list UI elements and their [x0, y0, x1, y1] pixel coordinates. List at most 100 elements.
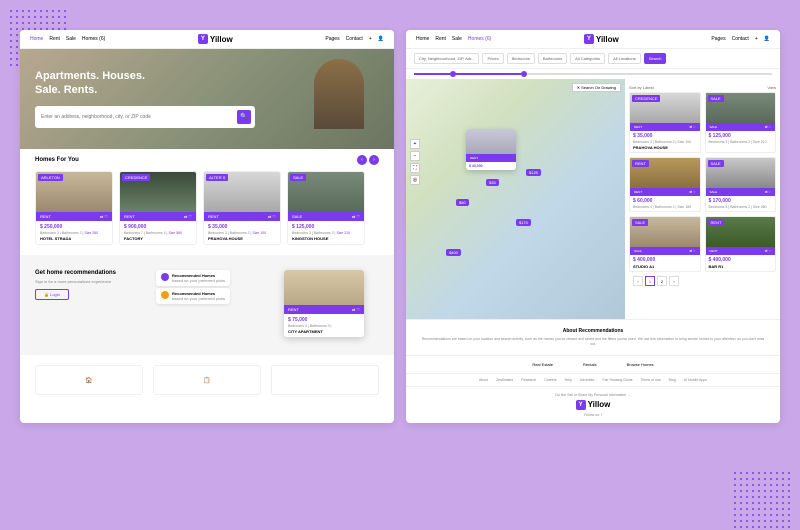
map-marker[interactable]: $170: [516, 219, 531, 226]
footer-link[interactable]: Terms of use: [641, 378, 661, 382]
facebook-icon[interactable]: f: [601, 413, 602, 417]
property-card[interactable]: CREDENCERENT⇄ ♡$ 900,000Bedrooms 7 | Bat…: [119, 171, 197, 245]
top-nav: Home Rent Sale Homes (6) YYillow Pages C…: [20, 30, 394, 49]
footer-link[interactable]: About: [479, 378, 488, 382]
nav-rent[interactable]: Rent: [49, 36, 60, 42]
footer-link[interactable]: Browse Homes: [627, 362, 654, 367]
price-slider[interactable]: [414, 73, 772, 75]
nav-sale[interactable]: Sale: [452, 36, 462, 42]
page-2[interactable]: 2: [657, 276, 667, 286]
nav-home[interactable]: Home: [30, 36, 43, 42]
footer-link[interactable]: Real Estate: [532, 362, 553, 367]
map-marker[interactable]: $400: [446, 249, 461, 256]
logo[interactable]: YYillow: [198, 34, 233, 44]
house-icon: 🏠: [85, 377, 92, 384]
logo[interactable]: YYillow: [584, 34, 619, 44]
map-marker[interactable]: $125: [526, 169, 541, 176]
filter-bathrooms[interactable]: Bathrooms: [538, 53, 567, 64]
listings-sidebar: Sort by Latest View CREDENCERENT⇄ ♡$ 35,0…: [625, 79, 780, 319]
nav-homes[interactable]: Homes (6): [82, 36, 105, 42]
property-card[interactable]: ARLETONRENT⇄ ♡$ 250,000Bedrooms 3 | Bath…: [35, 171, 113, 245]
filter-categories[interactable]: All Categories: [570, 53, 605, 64]
footer-link[interactable]: Fair Housing Guide: [602, 378, 632, 382]
footer-link[interactable]: Zestimates: [496, 378, 513, 382]
location-icon: [161, 273, 169, 281]
property-card[interactable]: ALTER SRENT⇄ ♡$ 35,000Bedrooms 3 | Bathr…: [203, 171, 281, 245]
listing-card[interactable]: SALESALE⇄ ♡$ 125,000Bedrooms 3 | Bathroo…: [705, 92, 777, 153]
nav-contact[interactable]: Contact: [732, 36, 749, 42]
search-button[interactable]: 🔍: [237, 110, 251, 124]
section-title: Homes For You: [35, 157, 79, 163]
feature-row: 🏠 📋: [20, 355, 394, 405]
add-icon[interactable]: +: [755, 36, 758, 42]
feature-card[interactable]: [271, 365, 379, 395]
page-prev[interactable]: ‹: [633, 276, 643, 286]
filter-locations[interactable]: All Locations: [608, 53, 641, 64]
sort-dropdown[interactable]: Sort by Latest: [629, 85, 654, 90]
filter-search[interactable]: City, Neighbourhood, ZIP, Adr...: [414, 53, 479, 64]
zoom-out[interactable]: −: [410, 151, 420, 161]
recom-subtitle: Sign in for a more personalized experien…: [35, 279, 116, 284]
map-fullscreen[interactable]: ⛶: [410, 163, 420, 173]
property-cards: ARLETONRENT⇄ ♡$ 250,000Bedrooms 3 | Bath…: [20, 171, 394, 255]
nav-pages[interactable]: Pages: [325, 36, 339, 42]
nav-sale[interactable]: Sale: [66, 36, 76, 42]
search-input[interactable]: [39, 112, 237, 122]
doc-icon: 📋: [203, 377, 210, 384]
drawing-toggle[interactable]: ✕ Search On Drawing: [572, 83, 621, 92]
map[interactable]: ✕ Search On Drawing + − ⛶ ◎ RENT $ 40,00…: [406, 79, 625, 319]
privacy-link[interactable]: Do Not Sell or Share My Personal Informa…: [555, 393, 630, 397]
listing-card[interactable]: RENTRENT⇄ ♡$ 400,000BAR R1: [705, 216, 777, 272]
listing-card[interactable]: SALESALE⇄ ♡$ 400,000STUDIO A1: [629, 216, 701, 272]
feature-card[interactable]: 🏠: [35, 365, 143, 395]
footer-logo[interactable]: YYillow: [576, 400, 611, 410]
footer-main-links: Real Estate Rentals Browse Homes: [406, 355, 780, 373]
home-icon: [161, 291, 169, 299]
map-marker[interactable]: $60: [456, 199, 469, 206]
decoration-dots: [732, 470, 792, 530]
add-icon[interactable]: +: [369, 36, 372, 42]
fav-icon[interactable]: ⇄ ♡: [100, 214, 108, 219]
user-icon[interactable]: 👤: [378, 36, 384, 42]
footer-link[interactable]: Careers: [544, 378, 556, 382]
nav-contact[interactable]: Contact: [346, 36, 363, 42]
filter-prices[interactable]: Prices: [482, 53, 503, 64]
listing-card[interactable]: RENTRENT⇄ ♡$ 60,000Bedrooms 4 | Bathroom…: [629, 157, 701, 212]
recom-bubble: Recommended Homesbased on your preferred…: [156, 288, 230, 304]
carousel-prev[interactable]: ‹: [357, 155, 367, 165]
map-locate[interactable]: ◎: [410, 175, 420, 185]
nav-homes[interactable]: Homes (6): [468, 36, 491, 42]
listing-card[interactable]: SALESALE⇄ ♡$ 170,000Bedrooms 4 | Bathroo…: [705, 157, 777, 212]
nav-rent[interactable]: Rent: [435, 36, 446, 42]
search-button[interactable]: Search: [644, 53, 667, 64]
page-next[interactable]: ›: [669, 276, 679, 286]
view-toggle[interactable]: View: [767, 85, 776, 90]
floating-card[interactable]: RENT⇄ ♡ $ 75,000Bedrooms 3 | Bathrooms 3…: [284, 270, 364, 337]
footer-link[interactable]: AI Mobile Apps: [684, 378, 707, 382]
social-label: Follow us: f: [584, 413, 602, 417]
map-popup[interactable]: RENT $ 40,000: [466, 129, 516, 170]
user-icon[interactable]: 👤: [764, 36, 770, 42]
map-marker[interactable]: $35: [486, 179, 499, 186]
footer-link[interactable]: Rentals: [583, 362, 597, 367]
footer-link[interactable]: Advertise: [580, 378, 595, 382]
filter-bedrooms[interactable]: Bedrooms: [507, 53, 535, 64]
page-1[interactable]: 1: [645, 276, 655, 286]
recommendations-section: Get home recommendations Sign in for a m…: [20, 255, 394, 355]
footer-link[interactable]: Research: [521, 378, 536, 382]
search-bar: 🔍: [35, 106, 255, 128]
property-card[interactable]: SALESALE⇄ ♡$ 125,000Bedrooms 3 | Bathroo…: [287, 171, 365, 245]
footer-link[interactable]: Help: [565, 378, 572, 382]
zoom-in[interactable]: +: [410, 139, 420, 149]
about-title: About Recommendations: [421, 328, 765, 334]
footer-link[interactable]: Blog: [669, 378, 676, 382]
hero-section: Apartments. Houses.Sale. Rents. 🔍: [20, 49, 394, 149]
login-button[interactable]: 🔒 Login: [35, 289, 69, 300]
carousel-next[interactable]: ›: [369, 155, 379, 165]
listing-card[interactable]: CREDENCERENT⇄ ♡$ 35,000Bedrooms 3 | Bath…: [629, 92, 701, 153]
nav-home[interactable]: Home: [416, 36, 429, 42]
search-results-panel: Home Rent Sale Homes (6) YYillow Pages C…: [406, 30, 780, 423]
feature-card[interactable]: 📋: [153, 365, 261, 395]
about-section: About Recommendations Recommendations ar…: [406, 319, 780, 355]
nav-pages[interactable]: Pages: [711, 36, 725, 42]
